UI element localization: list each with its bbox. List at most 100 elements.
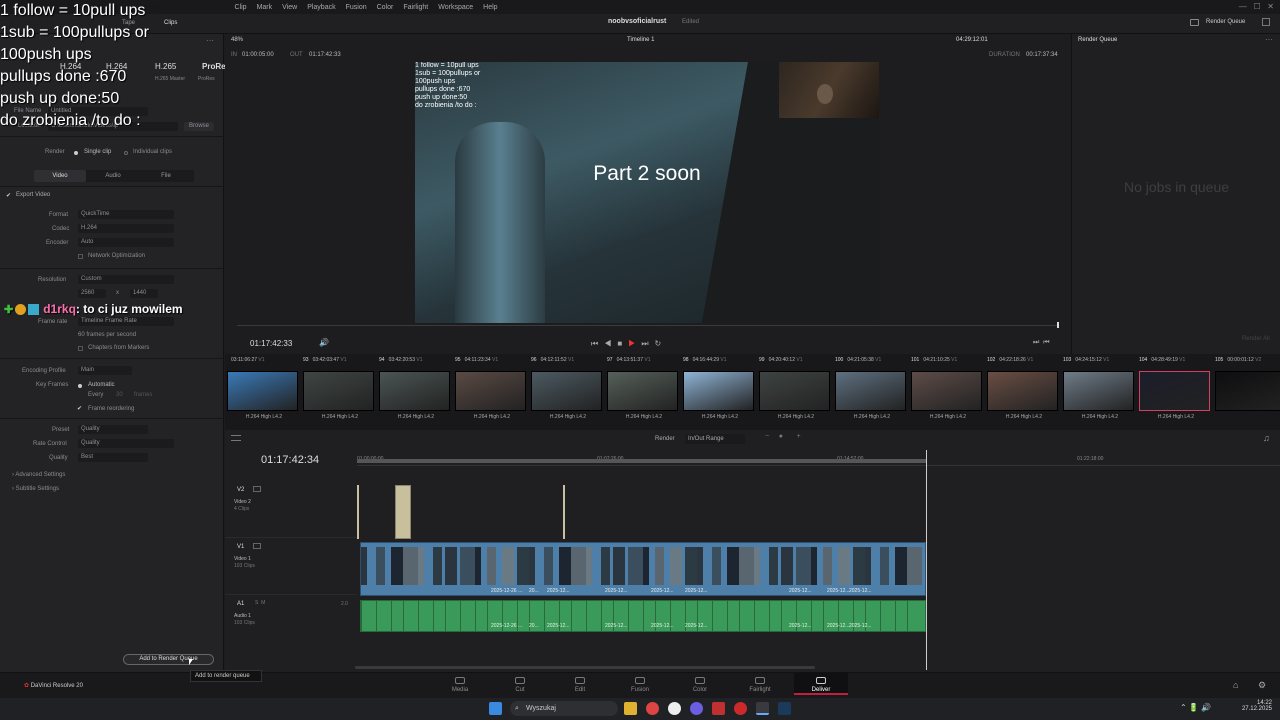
menu-item[interactable]: Clip — [235, 4, 247, 11]
rate-control-select[interactable]: Quality — [78, 439, 174, 448]
render-all-button[interactable]: Render All — [1242, 336, 1270, 342]
render-queue-icon[interactable] — [1190, 19, 1199, 26]
width-input[interactable]: 2560 — [78, 289, 106, 298]
quality-select[interactable]: Best — [78, 453, 148, 462]
settings-gear-icon[interactable]: ⚙ — [1258, 680, 1266, 691]
chapters-checkbox[interactable] — [78, 346, 83, 351]
home-icon[interactable]: ⌂ — [1233, 680, 1238, 690]
timeline-scrollbar[interactable] — [355, 666, 815, 669]
clip-thumbnail[interactable] — [911, 371, 982, 411]
app-icon[interactable] — [712, 702, 725, 715]
track-toggle-icon[interactable] — [253, 486, 261, 492]
page-color[interactable]: Color — [678, 677, 722, 693]
in-out-range-bar[interactable] — [357, 459, 926, 463]
menu-item[interactable]: Workspace — [438, 4, 473, 11]
zoom-slider[interactable]: − ● + — [765, 433, 801, 440]
page-edit[interactable]: Edit — [558, 677, 602, 693]
app-icon[interactable] — [734, 702, 747, 715]
discord-icon[interactable] — [690, 702, 703, 715]
clip-thumbnail[interactable] — [987, 371, 1058, 411]
clip-thumbnail[interactable] — [531, 371, 602, 411]
scrubber-bar[interactable] — [237, 325, 1057, 326]
track-toggle-icon[interactable] — [253, 543, 261, 549]
expand-icon[interactable] — [1262, 18, 1270, 26]
page-media[interactable]: Media — [438, 677, 482, 693]
volume-icon[interactable]: 🔊 — [319, 338, 329, 347]
clip-thumbnail[interactable] — [1139, 371, 1210, 411]
height-input[interactable]: 1440 — [130, 289, 158, 298]
render-queue-toggle[interactable]: Render Queue — [1206, 19, 1245, 25]
automatic-radio[interactable] — [78, 384, 82, 388]
clip-thumbnail[interactable] — [1215, 371, 1280, 411]
tab-file[interactable]: File — [140, 170, 192, 182]
prev-next-icons[interactable]: ⏭ ⏮ — [1033, 339, 1050, 347]
loop-icon[interactable]: ↻ — [655, 339, 668, 348]
resolution-select[interactable]: Custom — [78, 275, 174, 284]
render-range-select[interactable]: In/Out Range — [685, 434, 745, 444]
menu-item[interactable]: Fairlight — [403, 4, 428, 11]
clip-thumbnail[interactable] — [455, 371, 526, 411]
network-optimization-checkbox[interactable] — [78, 254, 83, 259]
framerate-select[interactable]: Timeline Frame Rate — [78, 317, 174, 326]
go-to-start-icon[interactable]: ⏮ — [591, 339, 604, 348]
window-controls[interactable]: — ☐ ✕ — [1239, 2, 1274, 11]
chrome-icon[interactable] — [646, 702, 659, 715]
page-fairlight[interactable]: Fairlight — [738, 677, 782, 693]
file-explorer-icon[interactable] — [624, 702, 637, 715]
play-icon[interactable]: ▶ — [628, 339, 641, 348]
frame-reordering-checkbox[interactable]: ✔ — [77, 405, 82, 412]
individual-clips-radio[interactable] — [124, 151, 128, 155]
play-reverse-icon[interactable]: ◀ — [604, 339, 617, 348]
taskbar-search[interactable]: ⌕ Wyszukaj — [510, 701, 618, 716]
v2-clip[interactable] — [357, 485, 359, 539]
menu-item[interactable]: Color — [377, 4, 394, 11]
v1-track-clips[interactable]: 2025-12-26 ... 20... 2025-12... 2025-12... 2… — [360, 542, 926, 596]
encoding-profile-select[interactable]: Main — [78, 366, 132, 375]
a1-track-clips[interactable]: 2025-12-26 ... 20... 2025-12... 2025-12... 2… — [360, 600, 926, 632]
preset-select[interactable]: Quality — [78, 425, 148, 434]
obs-icon[interactable] — [668, 702, 681, 715]
preset-prores[interactable]: ProRe — [202, 62, 226, 71]
clip-thumbnail[interactable] — [227, 371, 298, 411]
advanced-settings-toggle[interactable]: › Advanced Settings — [12, 472, 65, 478]
tab-audio[interactable]: Audio — [87, 170, 139, 182]
menu-item[interactable]: Mark — [257, 4, 273, 11]
steam-icon[interactable] — [778, 702, 791, 715]
menu-item[interactable]: Help — [483, 4, 497, 11]
page-fusion[interactable]: Fusion — [618, 677, 662, 693]
page-cut[interactable]: Cut — [498, 677, 542, 693]
playhead[interactable] — [1057, 322, 1059, 328]
every-value[interactable]: 30 — [116, 392, 123, 398]
clip-thumbnail[interactable] — [379, 371, 450, 411]
timeline-name[interactable]: Timeline 1 — [627, 37, 654, 43]
timeline-playhead[interactable] — [926, 450, 927, 670]
resolve-taskbar-icon[interactable] — [756, 702, 769, 715]
more-options-icon[interactable]: ⋯ — [1265, 35, 1273, 44]
tab-video[interactable]: Video — [34, 170, 86, 182]
clip-thumbnail[interactable] — [607, 371, 678, 411]
add-to-render-queue-button[interactable]: Add to Render Queue — [123, 654, 214, 665]
v2-clip[interactable] — [395, 485, 411, 539]
export-video-checkbox[interactable]: ✔ — [6, 192, 11, 199]
more-options-icon[interactable]: ⋯ — [206, 36, 214, 45]
music-note-icon[interactable]: ♫ — [1263, 433, 1270, 443]
go-to-end-icon[interactable]: ⏭ — [641, 339, 654, 348]
v2-clip[interactable] — [563, 485, 565, 539]
clock[interactable]: 14:22 27.12.2025 — [1240, 700, 1272, 712]
codec-select[interactable]: H.264 — [78, 224, 174, 233]
subtitle-settings-toggle[interactable]: › Subtitle Settings — [12, 486, 59, 492]
clip-thumbnail[interactable] — [759, 371, 830, 411]
clip-thumbnail[interactable] — [683, 371, 754, 411]
clip-thumbnail[interactable] — [835, 371, 906, 411]
page-deliver[interactable]: Deliver — [794, 673, 848, 695]
timeline-options-icon[interactable] — [231, 435, 241, 441]
windows-start-icon[interactable] — [489, 702, 502, 715]
menu-item[interactable]: Playback — [307, 4, 335, 11]
menu-item[interactable]: Fusion — [346, 4, 367, 11]
clip-thumbnail[interactable] — [303, 371, 374, 411]
system-tray-icons[interactable]: ⌃ 🔋 🔊 — [1180, 703, 1211, 712]
zoom-select[interactable]: 48% — [231, 37, 243, 43]
format-select[interactable]: QuickTime — [78, 210, 174, 219]
clip-thumbnail[interactable] — [1063, 371, 1134, 411]
stop-icon[interactable]: ■ — [617, 339, 628, 348]
